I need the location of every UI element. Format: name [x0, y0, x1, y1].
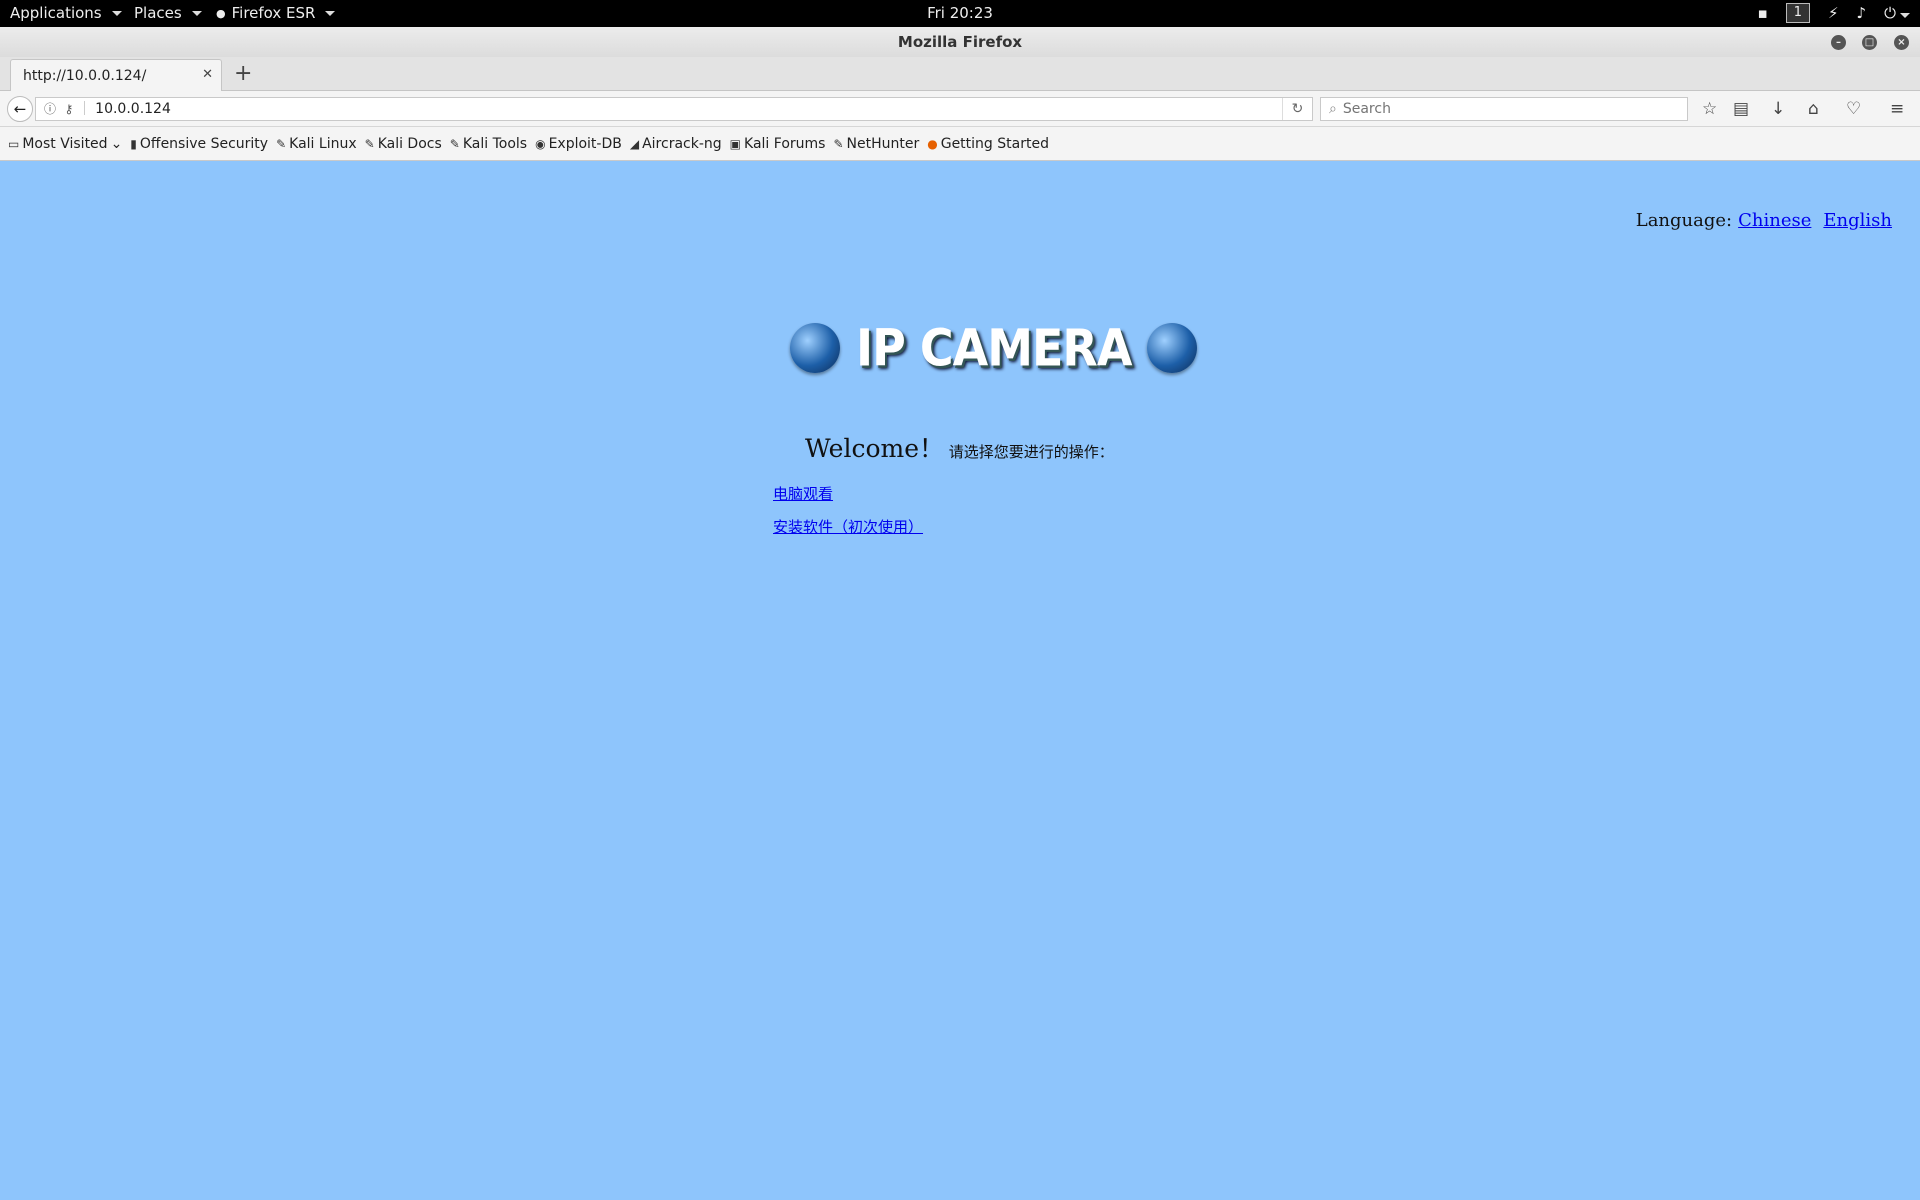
window-title: Mozilla Firefox — [897, 33, 1023, 51]
close-tab-icon[interactable]: ✕ — [202, 67, 213, 82]
reload-icon[interactable]: ↻ — [1282, 98, 1312, 120]
hamburger-menu-icon[interactable]: ≡ — [1890, 99, 1904, 119]
bookmark-offensive-security[interactable]: ▮ Offensive Security — [130, 136, 268, 152]
bookmark-star-icon[interactable]: ☆ — [1702, 99, 1717, 119]
pocket-icon[interactable]: ♡ — [1846, 99, 1861, 119]
window-titlebar: Mozilla Firefox – □ × — [0, 27, 1920, 57]
key-icon[interactable]: ⚷ — [64, 102, 73, 116]
video-icon[interactable]: ▪ — [1758, 4, 1768, 22]
clock[interactable]: Fri 20:23 — [0, 4, 1920, 22]
bookmark-aircrack-ng[interactable]: ◢ Aircrack-ng — [630, 136, 722, 152]
bookmark-label: Most Visited — [22, 135, 108, 152]
bookmark-label: Exploit-DB — [548, 135, 622, 152]
navigation-bar: ← ⓘ ⚷ 10.0.0.124 ↻ ⌕ ☆ ▤ ↓ ⌂ ♡ ≡ — [0, 91, 1920, 127]
chinese-link[interactable]: Chinese — [1738, 210, 1811, 231]
search-icon: ⌕ — [1329, 101, 1337, 117]
ip-camera-logo: IP CAMERA — [790, 318, 1198, 378]
kali-icon: ✎ — [449, 136, 460, 151]
language-label: Language: — [1635, 210, 1733, 231]
gnome-top-bar: Applications Places ● Firefox ESR Fri 20… — [0, 0, 1920, 27]
bookmarks-toolbar: ▭ Most Visited ⌄ ▮ Offensive Security ✎ Kali… — [0, 127, 1920, 161]
kali-icon: ✎ — [276, 136, 287, 151]
volume-icon[interactable]: ♪ — [1857, 4, 1867, 22]
bookmark-label: Kali Forums — [744, 135, 826, 152]
bookmark-most-visited[interactable]: ▭ Most Visited ⌄ — [8, 136, 122, 152]
new-tab-button[interactable]: + — [234, 61, 252, 86]
back-button[interactable]: ← — [7, 96, 33, 122]
url-text[interactable]: 10.0.0.124 — [95, 101, 171, 117]
system-tray: ▪ 1 ⚡ ♪ ⏻ — [1758, 3, 1910, 23]
bookmark-label: Getting Started — [940, 135, 1049, 152]
download-icon[interactable]: ↓ — [1771, 99, 1785, 119]
welcome-text: Welcome！ — [805, 434, 945, 463]
url-bar[interactable]: ⓘ ⚷ 10.0.0.124 ↻ — [35, 97, 1313, 121]
logo-text: IP CAMERA — [856, 318, 1132, 378]
welcome-message: Welcome！ 请选择您要进行的操作： — [805, 429, 1114, 465]
url-separator — [83, 101, 85, 115]
kali-icon: ✎ — [364, 136, 375, 151]
bookmark-label: Aircrack-ng — [642, 135, 722, 152]
bookmark-label: Kali Linux — [289, 135, 357, 152]
bookmark-kali-docs[interactable]: ✎ Kali Docs — [365, 136, 442, 152]
chevron-down-icon — [1900, 13, 1910, 18]
power-icon[interactable]: ⏻ — [1884, 4, 1910, 22]
forums-icon: ▣ — [729, 136, 742, 151]
bookmark-label: Offensive Security — [139, 135, 269, 152]
exploitdb-icon: ◉ — [535, 136, 546, 151]
firefox-icon: ● — [927, 136, 938, 151]
offsec-icon: ▮ — [130, 136, 137, 151]
page-content: Language: Chinese English IP CAMERA Welcom… — [0, 161, 1920, 1200]
network-icon[interactable]: ⚡ — [1828, 4, 1839, 22]
home-icon[interactable]: ⌂ — [1808, 99, 1819, 119]
search-input[interactable] — [1342, 101, 1663, 117]
search-bar[interactable]: ⌕ — [1320, 97, 1688, 121]
language-selector: Language: Chinese English — [1636, 210, 1898, 231]
bookmark-exploit-db[interactable]: ◉ Exploit-DB — [535, 136, 622, 152]
reading-list-icon[interactable]: ▤ — [1733, 99, 1749, 119]
bookmark-nethunter[interactable]: ✎ NetHunter — [833, 136, 919, 152]
kali-icon: ✎ — [833, 136, 844, 151]
globe-icon — [790, 323, 840, 373]
workspace-indicator[interactable]: 1 — [1785, 3, 1810, 23]
view-on-pc-link[interactable]: 电脑观看 — [773, 483, 923, 504]
bookmark-kali-tools[interactable]: ✎ Kali Tools — [450, 136, 527, 152]
welcome-instruction: 请选择您要进行的操作： — [948, 443, 1114, 461]
bookmark-label: Kali Docs — [377, 135, 442, 152]
aircrack-icon: ◢ — [629, 136, 640, 151]
tab-strip: http://10.0.0.124/ ✕ + — [0, 57, 1920, 91]
close-icon[interactable]: × — [1894, 35, 1909, 50]
arrow-left-icon: ← — [13, 100, 27, 118]
info-icon[interactable]: ⓘ — [44, 102, 56, 116]
maximize-icon[interactable]: □ — [1862, 35, 1877, 50]
folder-icon: ▭ — [8, 136, 20, 151]
bookmark-label: NetHunter — [846, 135, 920, 152]
tab-current[interactable]: http://10.0.0.124/ ✕ — [10, 59, 222, 91]
bookmark-label: Kali Tools — [462, 135, 528, 152]
bookmark-getting-started[interactable]: ● Getting Started — [927, 136, 1049, 152]
tab-title: http://10.0.0.124/ — [23, 68, 147, 84]
action-links: 电脑观看 安装软件（初次使用） — [773, 483, 923, 549]
bookmark-kali-linux[interactable]: ✎ Kali Linux — [276, 136, 357, 152]
english-link[interactable]: English — [1823, 210, 1892, 231]
install-software-link[interactable]: 安装软件（初次使用） — [773, 516, 923, 537]
chevron-down-icon: ⌄ — [110, 135, 123, 152]
minimize-icon[interactable]: – — [1831, 35, 1846, 50]
bookmark-kali-forums[interactable]: ▣ Kali Forums — [730, 136, 826, 152]
globe-icon — [1147, 323, 1198, 373]
